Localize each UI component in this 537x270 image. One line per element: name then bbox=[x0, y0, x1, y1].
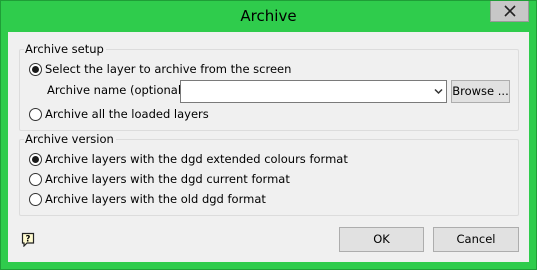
archive-dialog: Archive Archive setup Select the layer t… bbox=[0, 0, 537, 270]
radio-all-layers[interactable]: Archive all the loaded layers bbox=[29, 106, 209, 122]
chevron-down-icon[interactable] bbox=[434, 88, 443, 95]
help-icon[interactable]: ? bbox=[21, 232, 35, 247]
close-button[interactable] bbox=[490, 1, 529, 22]
radio-all-layers-label: Archive all the loaded layers bbox=[45, 107, 209, 121]
svg-text:?: ? bbox=[26, 235, 31, 245]
radio-all-layers-indicator[interactable] bbox=[29, 107, 42, 121]
radio-select-layer[interactable]: Select the layer to archive from the scr… bbox=[29, 61, 291, 77]
archive-setup-label: Archive setup bbox=[24, 42, 106, 56]
archive-name-combobox[interactable] bbox=[180, 80, 447, 103]
browse-button[interactable]: Browse ... bbox=[451, 80, 510, 103]
close-icon bbox=[503, 5, 516, 17]
radio-extended-colours-indicator[interactable] bbox=[29, 152, 42, 166]
radio-old-format-indicator[interactable] bbox=[29, 192, 42, 206]
archive-version-label: Archive version bbox=[24, 132, 116, 146]
title-bar[interactable]: Archive bbox=[1, 1, 536, 32]
radio-current-format[interactable]: Archive layers with the dgd current form… bbox=[29, 171, 290, 187]
archive-name-label: Archive name (optional) bbox=[47, 83, 186, 97]
dialog-body: Archive setup Select the layer to archiv… bbox=[8, 32, 529, 262]
ok-button[interactable]: OK bbox=[339, 227, 424, 252]
window-title: Archive bbox=[240, 7, 297, 25]
cancel-button[interactable]: Cancel bbox=[433, 227, 519, 252]
radio-select-layer-indicator[interactable] bbox=[29, 62, 42, 76]
radio-old-format-label: Archive layers with the old dgd format bbox=[45, 192, 266, 206]
radio-old-format[interactable]: Archive layers with the old dgd format bbox=[29, 191, 266, 207]
radio-current-format-indicator[interactable] bbox=[29, 172, 42, 186]
radio-extended-colours[interactable]: Archive layers with the dgd extended col… bbox=[29, 151, 348, 167]
radio-current-format-label: Archive layers with the dgd current form… bbox=[45, 172, 290, 186]
radio-select-layer-label: Select the layer to archive from the scr… bbox=[45, 62, 292, 76]
radio-extended-colours-label: Archive layers with the dgd extended col… bbox=[45, 152, 348, 166]
